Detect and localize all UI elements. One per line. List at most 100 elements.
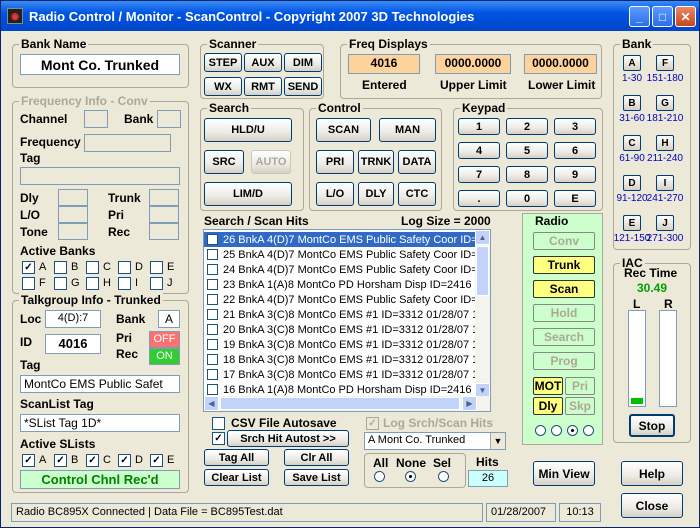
trnk-button[interactable]: TRNK	[358, 150, 394, 174]
key-6-button[interactable]: 6	[554, 142, 596, 159]
key-7-button[interactable]: 7	[458, 166, 500, 183]
bank-d-button[interactable]: D	[623, 175, 641, 191]
rmt-button[interactable]: RMT	[244, 77, 282, 96]
active-bank-b-checkbox[interactable]	[54, 261, 67, 274]
clear-list-button[interactable]: Clear List	[204, 469, 269, 486]
csv-autosave-checkbox[interactable]	[212, 417, 225, 430]
row-checkbox[interactable]	[207, 264, 218, 275]
table-row[interactable]: 24 BnkA 4(D)7 MontCo EMS Public Safety C…	[204, 262, 479, 277]
scroll-left-icon[interactable]: ◀	[204, 396, 219, 411]
slist-b-checkbox[interactable]: ✓	[54, 454, 67, 467]
key-dot-button[interactable]: .	[458, 190, 500, 207]
bank-name-field[interactable]: Mont Co. Trunked	[20, 54, 180, 75]
table-row[interactable]: 21 BnkA 3(C)8 MontCo EMS #1 ID=3312 01/2…	[204, 307, 479, 322]
scroll-up-icon[interactable]: ▲	[475, 230, 490, 245]
scan-button[interactable]: SCAN	[316, 118, 371, 142]
wx-button[interactable]: WX	[204, 77, 242, 96]
radio-option-1[interactable]	[535, 425, 546, 436]
save-list-button[interactable]: Save List	[284, 469, 349, 486]
dly-button[interactable]: DLY	[358, 182, 394, 206]
pri-button[interactable]: PRI	[316, 150, 354, 174]
bank-j-select[interactable]: J 271-300	[647, 215, 683, 249]
bank-dropdown[interactable]: A Mont Co. Trunked ▼	[364, 432, 506, 450]
bank-g-select[interactable]: G 181-210	[647, 95, 683, 129]
maximize-button[interactable]: □	[652, 6, 673, 27]
bank-g-button[interactable]: G	[656, 95, 674, 111]
stop-button[interactable]: Stop	[629, 414, 675, 437]
active-bank-h-checkbox[interactable]	[86, 277, 99, 290]
close-button[interactable]: Close	[621, 493, 683, 518]
radio-option-4[interactable]	[583, 425, 594, 436]
active-bank-d-checkbox[interactable]	[118, 261, 131, 274]
active-bank-g-checkbox[interactable]	[54, 277, 67, 290]
man-button[interactable]: MAN	[379, 118, 436, 142]
step-button[interactable]: STEP	[204, 53, 242, 72]
slist-c-checkbox[interactable]: ✓	[86, 454, 99, 467]
active-bank-c-checkbox[interactable]	[86, 261, 99, 274]
active-bank-j-checkbox[interactable]	[150, 277, 163, 290]
table-row[interactable]: 16 BnkA 1(A)8 MontCo PD Horsham Disp ID=…	[204, 382, 479, 397]
key-8-button[interactable]: 8	[506, 166, 548, 183]
bank-f-button[interactable]: F	[656, 55, 674, 71]
bank-e-select[interactable]: E 121-150	[614, 215, 650, 249]
radio-option-3[interactable]	[567, 425, 578, 436]
bank-i-select[interactable]: I 241-270	[647, 175, 683, 209]
src-button[interactable]: SRC	[204, 150, 244, 174]
row-checkbox[interactable]	[207, 369, 218, 380]
bank-b-select[interactable]: B 31-60	[618, 95, 646, 129]
row-checkbox[interactable]	[207, 354, 218, 365]
row-checkbox[interactable]	[207, 309, 218, 320]
bank-a-button[interactable]: A	[623, 55, 641, 71]
auto-button[interactable]: AUTO	[251, 150, 291, 174]
key-4-button[interactable]: 4	[458, 142, 500, 159]
all-radio[interactable]	[374, 471, 385, 482]
horizontal-scrollbar[interactable]: ◀ ▶	[204, 396, 490, 411]
key-9-button[interactable]: 9	[554, 166, 596, 183]
lim-button[interactable]: LIM/D	[204, 182, 292, 206]
key-1-button[interactable]: 1	[458, 118, 500, 135]
min-view-button[interactable]: Min View	[533, 461, 595, 486]
key-5-button[interactable]: 5	[506, 142, 548, 159]
horizontal-scroll-thumb[interactable]	[220, 397, 460, 410]
table-row[interactable]: 19 BnkA 3(C)8 MontCo EMS #1 ID=3312 01/2…	[204, 337, 479, 352]
hld-button[interactable]: HLD/U	[204, 118, 292, 142]
bank-f-select[interactable]: F 151-180	[647, 55, 683, 89]
table-row[interactable]: 17 BnkA 3(C)8 MontCo EMS #1 ID=3312 01/2…	[204, 367, 479, 382]
bank-h-select[interactable]: H 211-240	[647, 135, 683, 169]
bank-c-button[interactable]: C	[623, 135, 641, 151]
bank-j-button[interactable]: J	[656, 215, 674, 231]
row-checkbox[interactable]	[207, 384, 218, 395]
data-button[interactable]: DATA	[398, 150, 436, 174]
slist-e-checkbox[interactable]: ✓	[150, 454, 163, 467]
active-bank-f-checkbox[interactable]	[22, 277, 35, 290]
key-3-button[interactable]: 3	[554, 118, 596, 135]
active-bank-e-checkbox[interactable]	[150, 261, 163, 274]
bank-a-select[interactable]: A 1-30	[618, 55, 646, 89]
row-checkbox[interactable]	[207, 234, 218, 245]
log-srch-checkbox[interactable]: ✓	[366, 417, 379, 430]
row-checkbox[interactable]	[207, 279, 218, 290]
key-0-button[interactable]: 0	[506, 190, 548, 207]
radio-option-2[interactable]	[551, 425, 562, 436]
hits-list[interactable]: 26 BnkA 4(D)7 MontCo EMS Public Safety C…	[203, 229, 491, 412]
row-checkbox[interactable]	[207, 294, 218, 305]
table-row[interactable]: 26 BnkA 4(D)7 MontCo EMS Public Safety C…	[204, 232, 479, 247]
key-2-button[interactable]: 2	[506, 118, 548, 135]
bank-b-button[interactable]: B	[623, 95, 641, 111]
key-e-button[interactable]: E	[554, 190, 596, 207]
active-bank-i-checkbox[interactable]	[118, 277, 131, 290]
table-row[interactable]: 23 BnkA 1(A)8 MontCo PD Horsham Disp ID=…	[204, 277, 479, 292]
active-bank-a-checkbox[interactable]: ✓	[22, 261, 35, 274]
row-checkbox[interactable]	[207, 339, 218, 350]
table-row[interactable]: 25 BnkA 4(D)7 MontCo EMS Public Safety C…	[204, 247, 479, 262]
table-row[interactable]: 20 BnkA 3(C)8 MontCo EMS #1 ID=3312 01/2…	[204, 322, 479, 337]
sel-radio[interactable]	[438, 471, 449, 482]
scroll-right-icon[interactable]: ▶	[462, 396, 477, 411]
minimize-button[interactable]: _	[629, 6, 650, 27]
vertical-scrollbar[interactable]: ▲ ▼	[475, 230, 490, 398]
bank-h-button[interactable]: H	[656, 135, 674, 151]
bank-d-select[interactable]: D 91-120	[616, 175, 648, 209]
chevron-down-icon[interactable]: ▼	[490, 433, 505, 449]
row-checkbox[interactable]	[207, 324, 218, 335]
dim-button[interactable]: DIM	[284, 53, 322, 72]
